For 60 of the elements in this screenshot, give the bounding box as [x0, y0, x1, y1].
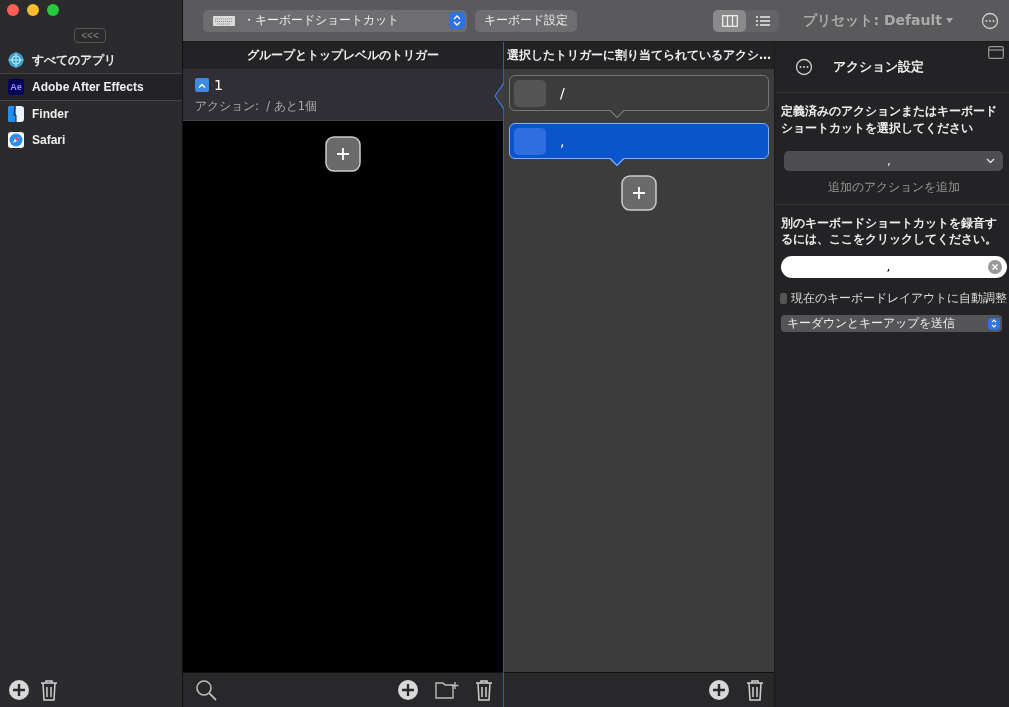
trigger-detail: アクション: / あと1個: [195, 99, 319, 114]
panel-title: アクション設定: [833, 58, 924, 76]
action-card[interactable]: /: [509, 75, 769, 111]
trigger-row[interactable]: 1 アクション: / あと1個: [183, 69, 503, 121]
chevron-icon: [986, 157, 995, 164]
more-icon[interactable]: [981, 11, 999, 30]
collapse-button[interactable]: <<<: [74, 28, 106, 43]
app-name: すべてのアプリ: [32, 51, 116, 69]
trigger-type-dropdown[interactable]: ・キーボードショートカット: [203, 9, 467, 32]
caret-icon: [195, 78, 209, 92]
trash-icon[interactable]: [40, 679, 58, 701]
column-header: グループとトップレベルのトリガー: [183, 42, 503, 69]
columns-icon: [721, 14, 738, 27]
prompt-text: 定義済みのアクションまたはキーボードショートカットを選択してください: [781, 103, 998, 137]
compass-icon: [8, 132, 24, 148]
globe-icon: [8, 52, 24, 68]
search-icon[interactable]: [195, 679, 217, 701]
add-icon[interactable]: [397, 679, 419, 701]
card-pointer: [609, 158, 625, 166]
app-name: Finder: [32, 107, 69, 121]
stepper-icon: [988, 317, 1000, 330]
app-icon: Ae: [8, 79, 24, 95]
action-dropdown[interactable]: ,: [784, 150, 1003, 171]
triangle-icon: [946, 18, 953, 23]
add-icon[interactable]: [708, 679, 730, 701]
prompt-text: 別のキーボードショートカットを録音するには、ここをクリックしてください。: [781, 214, 998, 249]
column-header: 選択したトリガーに割り当てられているアクシ…: [504, 42, 774, 69]
new-folder-icon[interactable]: [435, 680, 459, 700]
add-action-button[interactable]: [621, 175, 657, 211]
dropdown-label: ・キーボードショートカット: [243, 12, 400, 29]
app-name: Safari: [32, 133, 66, 147]
app-name: Adobe After Effects: [32, 80, 144, 94]
checkbox[interactable]: [780, 293, 787, 305]
add-app-icon[interactable]: [8, 679, 30, 701]
trash-icon[interactable]: [746, 679, 764, 701]
add-trigger-button[interactable]: [325, 136, 361, 172]
action-card[interactable]: ,: [509, 123, 769, 159]
keyboard-icon: [213, 15, 235, 26]
card-pointer: [609, 110, 625, 118]
shortcut-field[interactable]: ,: [781, 256, 1007, 279]
face-icon: [8, 106, 24, 122]
app-item[interactable]: Finder: [0, 101, 182, 127]
close-button[interactable]: [7, 4, 19, 16]
app-item[interactable]: Ae Adobe After Effects: [0, 73, 182, 101]
add-action-link[interactable]: 追加のアクションを追加: [781, 178, 1007, 196]
app-item[interactable]: すべてのアプリ: [0, 47, 182, 73]
clear-icon[interactable]: [988, 260, 1002, 275]
window-icon[interactable]: [988, 46, 1004, 59]
more-icon[interactable]: [795, 58, 813, 76]
keyboard-settings-button[interactable]: キーボード設定: [475, 9, 577, 32]
zoom-button[interactable]: [47, 4, 59, 16]
stepper-icon: [449, 12, 465, 29]
checkbox-label: 現在のキーボードレイアウトに自動調整: [791, 290, 1007, 308]
send-mode-dropdown[interactable]: キーダウンとキーアップを送信: [781, 315, 1002, 333]
app-item[interactable]: Safari: [0, 127, 182, 153]
trash-icon[interactable]: [475, 679, 493, 701]
minimize-button[interactable]: [27, 4, 39, 16]
trigger-name: 1: [214, 77, 223, 93]
column-view-tab[interactable]: [713, 9, 747, 32]
list-icon: [754, 14, 771, 27]
